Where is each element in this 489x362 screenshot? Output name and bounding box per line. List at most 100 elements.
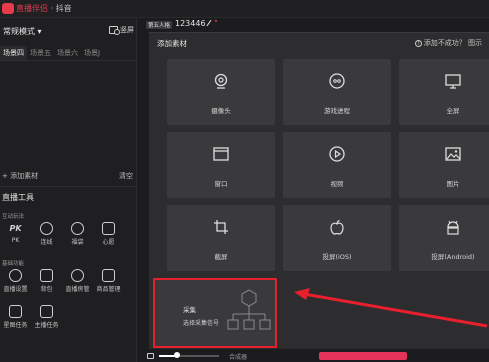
gamepad-icon [329, 73, 345, 89]
tool-label: 星图任务 [3, 322, 28, 329]
backpack-icon [40, 269, 53, 282]
tile-game[interactable]: 游戏进程 [283, 59, 391, 125]
bottom-bar: 合成器 [137, 349, 489, 362]
mixer-label: 合成器 [229, 354, 248, 361]
clear-button[interactable]: 清空 [119, 171, 133, 181]
mode-label: 常规模式 [3, 27, 35, 36]
tile-image[interactable]: 图片 [399, 132, 489, 198]
capture-title: 采集 [183, 306, 196, 314]
tile-cast-android[interactable]: 投屏(Android) [399, 205, 489, 271]
group-label-interact: 互动玩法 [2, 214, 25, 220]
mode-dropdown[interactable]: 常规模式 ▾ [3, 26, 42, 37]
tile-screenshot[interactable]: 截屏 [167, 205, 275, 271]
tool-wish[interactable]: 心愿 [93, 222, 124, 246]
room-id: 123446 [175, 19, 206, 28]
mode-bar: 常规模式 ▾ 竖屏 [0, 18, 137, 44]
tool-star-task[interactable]: 星图任务 [0, 305, 31, 329]
tool-goods[interactable]: 商品管理 [93, 269, 124, 293]
connect-icon [40, 222, 53, 235]
pk-icon: PK [9, 224, 22, 233]
tool-pk[interactable]: PK PK [0, 222, 31, 246]
play-icon [329, 146, 345, 162]
tool-label: 连线 [40, 239, 53, 246]
tool-label: 直播房管 [65, 286, 90, 293]
scene-tab-5[interactable]: 场景五 [27, 46, 54, 60]
volume-icon[interactable] [147, 353, 154, 359]
app-brand: 直播伴侣 [16, 4, 48, 13]
portrait-icon [109, 26, 120, 35]
app-platform: 抖音 [55, 4, 72, 13]
tool-backpack[interactable]: 背包 [31, 269, 62, 293]
crop-icon [214, 220, 228, 234]
camera-icon [214, 73, 228, 89]
tile-label: 视频 [330, 180, 344, 188]
tile-video[interactable]: 视频 [283, 132, 391, 198]
tool-label: 商品管理 [96, 286, 121, 293]
tile-fullscreen[interactable]: 全屏 [399, 59, 489, 125]
help-link[interactable]: ? 添加不成功？ 图示 [414, 38, 482, 48]
scene-badge: 第五人格 [146, 21, 173, 29]
tile-label: 投屏(iOS) [322, 253, 352, 261]
tile-label: 摄像头 [211, 107, 231, 115]
tool-label: 背包 [40, 286, 53, 293]
app-title: 直播伴侣 · 抖音 [16, 3, 72, 14]
help-label: 添加不成功？ 图示 [423, 39, 482, 47]
portrait-button[interactable]: 竖屏 [109, 25, 134, 35]
tool-label: 福袋 [71, 239, 84, 246]
tool-label: 直播设置 [3, 286, 28, 293]
capture-device-icon [227, 289, 271, 330]
notification-dot [215, 20, 217, 22]
task-icon [40, 305, 53, 318]
tile-label: 游戏进程 [324, 107, 350, 115]
image-icon [445, 147, 461, 161]
title-separator: · [48, 4, 56, 13]
wish-icon [102, 222, 115, 235]
lucky-bag-icon [71, 222, 84, 235]
add-source-button[interactable]: + 添加素材 [2, 171, 38, 181]
tile-camera[interactable]: 摄像头 [167, 59, 275, 125]
group-label-basic: 基础功能 [2, 261, 25, 267]
scene-tabs: 场景四 场景五 场景六 场景J [0, 46, 137, 61]
admin-icon [71, 269, 84, 282]
scene-tab-6[interactable]: 场景六 [54, 46, 81, 60]
tile-label: 窗口 [214, 180, 228, 188]
tile-cast-ios[interactable]: 投屏(iOS) [283, 205, 391, 271]
tile-capture[interactable]: 采集 选择采集信号 [153, 278, 277, 348]
tile-label: 投屏(Android) [431, 253, 475, 261]
volume-slider[interactable] [159, 355, 219, 357]
tool-connect[interactable]: 连线 [31, 222, 62, 246]
tile-label: 图片 [446, 180, 460, 188]
tile-label: 全屏 [446, 107, 460, 115]
star-task-icon [9, 305, 22, 318]
left-panel: 常规模式 ▾ 竖屏 场景四 场景五 场景六 场景J + 添加素材 清空 直播工具… [0, 18, 137, 362]
volume-knob[interactable] [174, 352, 180, 358]
window-icon [213, 147, 229, 161]
scene-tab-4[interactable]: 场景四 [0, 46, 27, 60]
tool-luckybag[interactable]: 福袋 [62, 222, 93, 246]
annotation-arrow [294, 288, 488, 328]
scene-header: 第五人格 123446 [137, 18, 489, 32]
portrait-label: 竖屏 [120, 26, 134, 34]
tool-label: 心愿 [102, 239, 115, 246]
start-live-button[interactable] [319, 352, 407, 360]
tool-room-admin[interactable]: 直播房管 [62, 269, 93, 293]
tool-anchor-task[interactable]: 主播任务 [31, 305, 62, 329]
tool-live-settings[interactable]: 直播设置 [0, 269, 31, 293]
scene-tab-7[interactable]: 场景J [81, 46, 103, 60]
monitor-icon [445, 74, 461, 89]
tool-label: 主播任务 [34, 322, 59, 329]
dialog-title: 添加素材 [157, 39, 187, 48]
apple-icon [330, 219, 344, 235]
help-icon: ? [414, 39, 422, 47]
tools-title: 直播工具 [2, 193, 34, 202]
tile-window[interactable]: 窗口 [167, 132, 275, 198]
settings-icon [9, 269, 22, 282]
tool-label: PK [11, 237, 20, 244]
app-window: 直播伴侣 · 抖音 常规模式 ▾ 竖屏 场景四 场景五 场景六 场景J + 添加… [0, 0, 489, 362]
shop-icon [102, 269, 115, 282]
android-icon [447, 220, 459, 235]
app-logo [2, 3, 14, 14]
divider [0, 186, 137, 187]
title-bar: 直播伴侣 · 抖音 [0, 0, 489, 18]
basic-tools: 直播设置 背包 直播房管 商品管理 [0, 269, 137, 293]
